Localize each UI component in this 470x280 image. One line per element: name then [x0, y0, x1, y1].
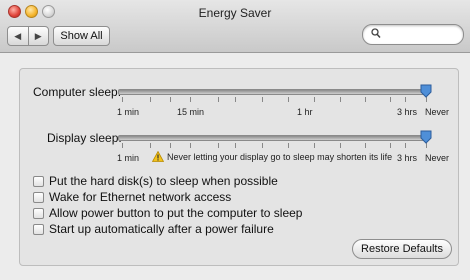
checkbox[interactable]	[33, 191, 44, 203]
search-icon	[371, 28, 381, 42]
slider-tick	[405, 97, 406, 102]
checkbox[interactable]	[33, 207, 44, 219]
energy-saver-window: Energy Saver ◀ ▶ Show All Computer sleep…	[0, 0, 470, 280]
display-sleep-tick-label: 1 min	[117, 153, 140, 163]
display-sleep-slider-knob[interactable]	[420, 130, 432, 144]
display-sleep-tick-label: Never	[425, 153, 450, 163]
show-all-button[interactable]: Show All	[53, 26, 110, 46]
slider-tick	[390, 97, 391, 102]
checkbox-label[interactable]: Wake for Ethernet network access	[49, 190, 231, 204]
option-hard-disk-sleep[interactable]: Put the hard disk(s) to sleep when possi…	[33, 174, 278, 188]
display-sleep-slider-track[interactable]	[118, 135, 429, 141]
slider-tick	[170, 97, 171, 102]
computer-sleep-tick-label: 3 hrs	[397, 107, 418, 117]
slider-tick	[235, 143, 236, 148]
slider-tick	[288, 97, 289, 102]
computer-sleep-tick-label: 1 hr	[297, 107, 313, 117]
slider-tick	[235, 97, 236, 102]
forward-arrow-icon[interactable]: ▶	[27, 27, 49, 45]
computer-sleep-tick-label: Never	[425, 107, 450, 117]
computer-sleep-slider-knob[interactable]	[420, 84, 432, 98]
toolbar: Energy Saver ◀ ▶ Show All	[0, 0, 470, 53]
option-auto-startup[interactable]: Start up automatically after a power fai…	[33, 222, 274, 236]
slider-tick	[390, 143, 391, 148]
computer-sleep-slider-track[interactable]	[118, 89, 429, 95]
slider-tick	[340, 143, 341, 148]
slider-tick	[150, 97, 151, 102]
warning-text: Never letting your display go to sleep m…	[167, 151, 393, 162]
option-power-button-sleep[interactable]: Allow power button to put the computer t…	[33, 206, 302, 220]
display-sleep-label: Display sleep:	[47, 131, 122, 145]
slider-tick	[122, 97, 123, 102]
slider-tick	[150, 143, 151, 148]
checkbox-label[interactable]: Allow power button to put the computer t…	[49, 206, 302, 220]
checkbox-label[interactable]: Put the hard disk(s) to sleep when possi…	[49, 174, 278, 188]
slider-tick	[262, 97, 263, 102]
slider-tick	[262, 143, 263, 148]
computer-sleep-label: Computer sleep:	[33, 85, 122, 99]
checkbox[interactable]	[33, 175, 44, 187]
slider-tick	[170, 143, 171, 148]
slider-tick	[122, 143, 123, 148]
slider-tick	[340, 97, 341, 102]
warning-icon	[152, 151, 164, 162]
slider-tick	[288, 143, 289, 148]
back-arrow-icon[interactable]: ◀	[8, 27, 28, 45]
slider-tick	[218, 143, 219, 148]
slider-tick	[365, 143, 366, 148]
back-forward-group: ◀ ▶	[7, 26, 49, 46]
computer-sleep-tick-label: 15 min	[177, 107, 205, 117]
checkbox-label[interactable]: Start up automatically after a power fai…	[49, 222, 274, 236]
slider-tick	[314, 97, 315, 102]
slider-tick	[365, 97, 366, 102]
slider-tick	[218, 97, 219, 102]
restore-defaults-button[interactable]: Restore Defaults	[352, 239, 452, 259]
display-sleep-warning: Never letting your display go to sleep m…	[152, 151, 392, 162]
slider-tick	[190, 143, 191, 148]
slider-tick	[314, 143, 315, 148]
display-sleep-tick-label: 3 hrs	[397, 153, 418, 163]
computer-sleep-tick-label: 1 min	[117, 107, 140, 117]
slider-tick	[405, 143, 406, 148]
checkbox[interactable]	[33, 223, 44, 235]
search-input[interactable]	[383, 27, 457, 41]
window-title: Energy Saver	[198, 6, 272, 20]
search-field[interactable]	[362, 24, 464, 45]
option-wake-ethernet[interactable]: Wake for Ethernet network access	[33, 190, 231, 204]
slider-tick	[190, 97, 191, 102]
